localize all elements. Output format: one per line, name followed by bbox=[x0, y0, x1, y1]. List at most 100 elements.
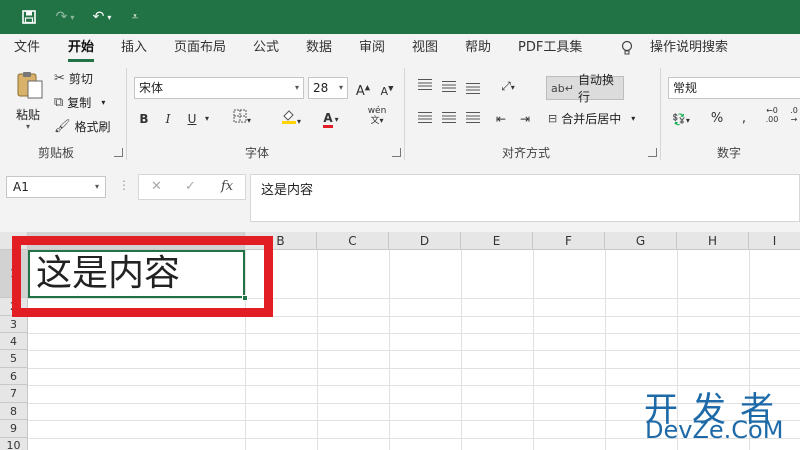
gridline bbox=[28, 368, 800, 369]
check-icon[interactable]: ✓ bbox=[185, 179, 196, 194]
number-group-label: 数字 bbox=[716, 146, 741, 160]
decrease-decimal-button[interactable]: .0 → bbox=[788, 106, 800, 126]
wrap-text-icon: ab↵ bbox=[551, 81, 574, 95]
tab-data[interactable]: 数据 bbox=[306, 34, 332, 62]
tell-me-search[interactable]: 操作说明搜索 bbox=[650, 34, 728, 62]
orientation-button[interactable]: ⤢▾ bbox=[494, 76, 522, 96]
align-center-button[interactable] bbox=[440, 109, 458, 129]
row-header-7[interactable]: 7 bbox=[0, 385, 28, 403]
tab-view[interactable]: 视图 bbox=[412, 34, 438, 62]
clipboard-launcher[interactable] bbox=[114, 148, 123, 157]
align-left-icon bbox=[418, 112, 432, 123]
accounting-format-button[interactable]: 💱▾ bbox=[668, 109, 694, 129]
row-header-10[interactable]: 10 bbox=[0, 438, 28, 450]
customize-quick-access-button[interactable]: ⩡ bbox=[126, 0, 144, 34]
align-left-button[interactable] bbox=[416, 109, 434, 129]
increase-font-size-button[interactable]: A▲ bbox=[354, 78, 372, 99]
font-size-value: 28 bbox=[313, 81, 329, 95]
highlight-box bbox=[12, 236, 273, 317]
undo-button[interactable]: ↶ ▾ bbox=[84, 0, 120, 34]
increase-decimal-button[interactable]: ←0.00 bbox=[762, 106, 782, 126]
wrap-text-button[interactable]: ab↵ 自动换行 bbox=[546, 73, 624, 104]
chevron-down-icon: ▾ bbox=[338, 83, 343, 92]
chevron-down-icon: ▾ bbox=[334, 115, 339, 124]
formula-bar-grip[interactable]: ⋮ bbox=[118, 178, 130, 192]
name-box[interactable]: A1 ▾ bbox=[6, 176, 106, 198]
column-header-i[interactable]: I bbox=[749, 232, 800, 250]
borders-icon bbox=[233, 109, 247, 123]
chevron-down-icon: ▾ bbox=[107, 12, 112, 22]
row-header-6[interactable]: 6 bbox=[0, 368, 28, 385]
align-top-button[interactable] bbox=[416, 76, 434, 96]
paste-icon bbox=[17, 72, 43, 99]
underline-dropdown[interactable]: ▾ bbox=[202, 109, 212, 129]
tab-help[interactable]: 帮助 bbox=[465, 34, 491, 62]
tab-page-layout[interactable]: 页面布局 bbox=[174, 34, 226, 62]
underline-button[interactable]: U bbox=[184, 109, 200, 129]
align-middle-button[interactable] bbox=[440, 78, 458, 98]
increase-indent-button[interactable]: ⇥ bbox=[516, 109, 534, 129]
decrease-font-size-button[interactable]: A▼ bbox=[378, 78, 396, 98]
insert-function-button[interactable]: fx bbox=[221, 179, 233, 194]
column-header-g[interactable]: G bbox=[605, 232, 677, 250]
tab-file[interactable]: 文件 bbox=[14, 34, 40, 62]
percent-button[interactable]: % bbox=[708, 109, 726, 129]
customize-icon: ⩡ bbox=[131, 10, 139, 23]
merge-center-button[interactable]: ⊟ 合并后居中 ▾ bbox=[548, 110, 635, 127]
cut-button[interactable]: ✂ 剪切 bbox=[54, 70, 93, 87]
save-icon bbox=[22, 10, 36, 24]
column-header-f[interactable]: F bbox=[533, 232, 605, 250]
font-launcher[interactable] bbox=[392, 148, 401, 157]
column-header-h[interactable]: H bbox=[677, 232, 749, 250]
column-header-d[interactable]: D bbox=[389, 232, 461, 250]
borders-button[interactable]: ▾ bbox=[230, 109, 254, 129]
tab-review[interactable]: 审阅 bbox=[359, 34, 385, 62]
row-header-3[interactable]: 3 bbox=[0, 316, 28, 333]
font-name-select[interactable]: 宋体 ▾ bbox=[134, 77, 304, 99]
decrease-indent-button[interactable]: ⇤ bbox=[492, 109, 510, 129]
formula-input[interactable]: 这是内容 bbox=[250, 174, 800, 222]
divider bbox=[404, 68, 405, 160]
number-format-value: 常规 bbox=[673, 81, 698, 95]
currency-icon: 💱 bbox=[672, 113, 686, 126]
italic-button[interactable]: I bbox=[160, 109, 176, 129]
font-name-value: 宋体 bbox=[139, 81, 164, 95]
font-color-button[interactable]: A ▾ bbox=[316, 108, 346, 128]
fill-color-button[interactable]: ▾ bbox=[276, 108, 306, 128]
tab-pdf-tools[interactable]: PDF工具集 bbox=[518, 34, 582, 62]
row-header-9[interactable]: 9 bbox=[0, 420, 28, 438]
tab-home[interactable]: 开始 bbox=[68, 34, 95, 62]
align-bottom-button[interactable] bbox=[464, 80, 482, 100]
row-header-8[interactable]: 8 bbox=[0, 403, 28, 420]
chevron-down-icon: ▾ bbox=[685, 116, 690, 125]
gridline bbox=[533, 250, 534, 450]
bold-button[interactable]: B bbox=[136, 109, 152, 129]
font-decrease-icon: A▼ bbox=[380, 84, 394, 98]
cancel-icon[interactable]: ✕ bbox=[151, 179, 162, 194]
paste-button[interactable]: 粘贴 ▾ bbox=[12, 70, 48, 136]
ribbon: 粘贴 ▾ ✂ 剪切 ⧉ 复制 ▾ 🖌 格式刷 剪贴板 宋体 ▾ 28 ▾ A▲ A▼ B I… bbox=[0, 62, 800, 162]
row-header-4[interactable]: 4 bbox=[0, 333, 28, 350]
increase-decimal-icon: ←0.00 bbox=[765, 106, 779, 124]
clipboard-group-label: 剪贴板 bbox=[37, 146, 74, 160]
row-header-5[interactable]: 5 bbox=[0, 350, 28, 368]
comma-icon: , bbox=[741, 111, 747, 126]
column-header-e[interactable]: E bbox=[461, 232, 533, 250]
redo-button[interactable]: ↷ ▾ bbox=[50, 0, 80, 34]
align-right-button[interactable] bbox=[464, 109, 482, 129]
save-button[interactable] bbox=[16, 0, 42, 34]
chevron-down-icon: ▾ bbox=[294, 83, 299, 92]
formula-buttons: ✕ ✓ fx bbox=[138, 174, 246, 200]
tab-insert[interactable]: 插入 bbox=[121, 34, 147, 62]
tab-formulas[interactable]: 公式 bbox=[253, 34, 279, 62]
copy-button[interactable]: ⧉ 复制 ▾ bbox=[54, 94, 105, 111]
font-group-label: 字体 bbox=[244, 146, 269, 160]
format-painter-button[interactable]: 🖌 格式刷 bbox=[54, 118, 111, 135]
number-format-select[interactable]: 常规 bbox=[668, 77, 800, 99]
font-size-select[interactable]: 28 ▾ bbox=[308, 77, 348, 99]
comma-style-button[interactable]: , bbox=[736, 109, 752, 129]
redo-icon: ↷ bbox=[55, 9, 68, 25]
column-header-c[interactable]: C bbox=[317, 232, 389, 250]
phonetic-guide-button[interactable]: wén 文▾ bbox=[360, 106, 394, 126]
alignment-launcher[interactable] bbox=[648, 148, 657, 157]
